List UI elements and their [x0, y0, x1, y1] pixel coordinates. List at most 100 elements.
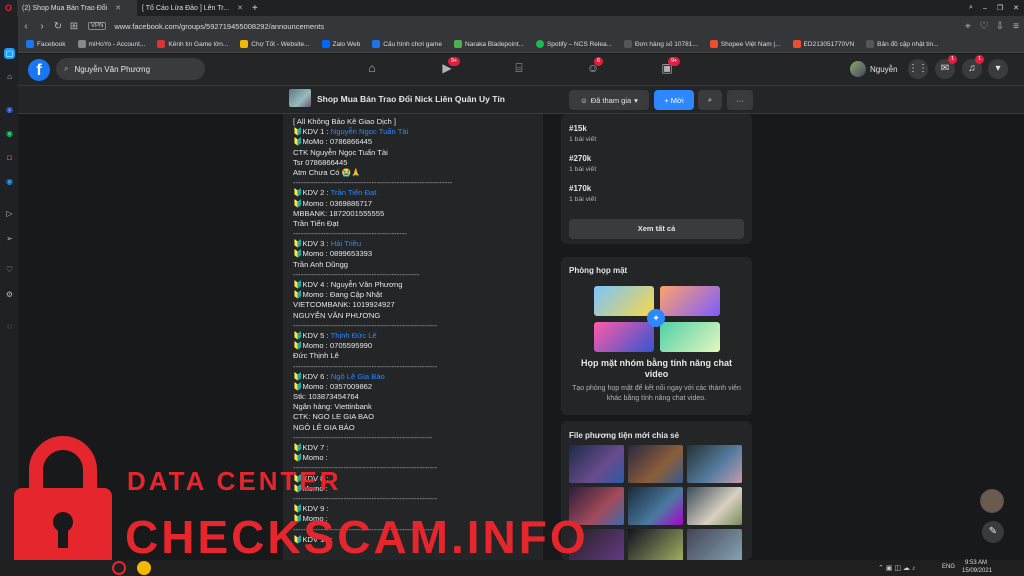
- see-all-button[interactable]: Xem tất cả: [569, 219, 744, 239]
- language-indicator[interactable]: ENG: [942, 564, 955, 570]
- twitter-icon[interactable]: ◉: [4, 176, 15, 187]
- minimize-button[interactable]: –: [978, 0, 992, 16]
- settings-icon[interactable]: ≡: [1008, 21, 1024, 32]
- tab-label: [ Tố Cáo Lừa Đảo ] Lên Tr...: [142, 4, 230, 12]
- notifications-icon[interactable]: ♫ 1: [962, 55, 985, 79]
- post-line-text: 🔰KDV 7 :: [293, 443, 329, 452]
- bookmark[interactable]: miHoYo - Account...: [77, 40, 145, 48]
- home-icon[interactable]: ⌂: [4, 71, 15, 82]
- marketplace-icon[interactable]: ⌸: [510, 61, 528, 79]
- tray-icons[interactable]: ⌃ ▣ ◫ ☁ ♪: [878, 564, 915, 572]
- media-thumbnail[interactable]: [687, 487, 742, 525]
- bookmark[interactable]: Spotify – NCS Relea...: [535, 40, 612, 48]
- post-line: VIETCOMBANK: 1019924927: [293, 300, 452, 310]
- maximize-button[interactable]: ❐: [992, 0, 1008, 16]
- media-thumbnail[interactable]: [569, 487, 624, 525]
- invite-button[interactable]: + Mời: [654, 90, 694, 110]
- close-icon[interactable]: ✕: [237, 4, 243, 12]
- profile-link[interactable]: Trần Tiến Đạt: [331, 188, 377, 197]
- bookmark[interactable]: Naraka Bladepoint...: [454, 40, 524, 48]
- group-name[interactable]: Shop Mua Bán Trao Đổi Nick Liên Quân Uy …: [317, 94, 505, 104]
- workspace-icon[interactable]: ▢: [4, 48, 15, 59]
- topic-item[interactable]: #270k 1 bài viết: [569, 154, 596, 173]
- vpn-badge[interactable]: VPN: [88, 22, 107, 30]
- download-icon[interactable]: ⇩: [992, 21, 1008, 32]
- menu-grid-icon[interactable]: ⋮⋮: [908, 59, 928, 79]
- app-taskbar-icon[interactable]: [137, 561, 151, 575]
- forward-icon[interactable]: ›: [34, 21, 50, 32]
- bookmark[interactable]: ED213051770VN: [792, 40, 854, 48]
- media-thumbnail[interactable]: [628, 487, 683, 525]
- watch-icon[interactable]: ▶ 9+: [438, 57, 461, 79]
- bookmark[interactable]: Bản đồ cập nhật tin...: [866, 40, 939, 48]
- grid-icon[interactable]: ⊞: [66, 21, 82, 32]
- new-message-button[interactable]: ✎: [982, 521, 1004, 543]
- joined-button[interactable]: ☺ Đã tham gia ▾: [569, 90, 649, 110]
- close-icon[interactable]: ✕: [115, 4, 121, 12]
- tab-shop-group[interactable]: (2) Shop Mua Bán Trao Đổi ✕: [17, 0, 138, 16]
- close-window-button[interactable]: ✕: [1008, 0, 1024, 16]
- bookmark[interactable]: Zalo Web: [321, 40, 360, 48]
- bookmark[interactable]: Kênh tin Game lớn...: [157, 40, 228, 48]
- more-button[interactable]: ···: [727, 90, 753, 110]
- gaming-icon[interactable]: ▣ 9+: [658, 57, 681, 79]
- bookmark[interactable]: Facebook: [26, 40, 66, 48]
- post-line: 🔰KDV 9 :: [293, 504, 452, 514]
- media-thumbnail[interactable]: [569, 529, 624, 560]
- tab-to-cao[interactable]: [ Tố Cáo Lừa Đảo ] Lên Tr... ✕: [137, 0, 247, 16]
- media-thumbnail[interactable]: [569, 445, 624, 483]
- profile-link[interactable]: Thịnh Đức Lê: [331, 331, 377, 340]
- bookmark[interactable]: Đơn hàng số 10781...: [623, 40, 698, 48]
- notification-badge: 1: [948, 55, 958, 64]
- account-chevron-icon[interactable]: ▾: [988, 59, 1008, 79]
- bookmark[interactable]: Cấu hình chơi game: [372, 40, 442, 48]
- heart-icon[interactable]: ♡: [976, 21, 992, 32]
- home-icon[interactable]: ⌂: [363, 61, 381, 79]
- bulb-icon[interactable]: ◌: [4, 321, 15, 332]
- profile-link[interactable]: Ngô Lê Gia Bảo: [331, 372, 385, 381]
- back-icon[interactable]: ‹: [18, 21, 34, 32]
- instagram-icon[interactable]: ◘: [4, 152, 15, 163]
- post-line-text: 🔰KDV 1 :: [293, 127, 331, 137]
- messenger-icon[interactable]: ✉ 1: [935, 55, 958, 79]
- send-icon[interactable]: ➢: [4, 233, 15, 244]
- opera-taskbar-icon[interactable]: [112, 561, 126, 575]
- profile-link[interactable]: Nguyễn Ngọc Tuấn Tài: [331, 127, 409, 136]
- post-line-text: ----------------------------------------…: [293, 320, 438, 330]
- player-icon[interactable]: ▷: [4, 208, 15, 219]
- reload-icon[interactable]: ↻: [50, 21, 66, 32]
- contact-avatar[interactable]: [980, 489, 1004, 513]
- search-button[interactable]: ⌕: [698, 90, 722, 110]
- messenger-icon[interactable]: ◉: [4, 104, 15, 115]
- clock-time[interactable]: 9:53 AM: [965, 560, 987, 566]
- group-cover-thumbnail[interactable]: [289, 89, 311, 107]
- bookmark-icon: [709, 40, 718, 48]
- post-line-text: 🔰Momo : 0705595990: [293, 341, 373, 351]
- camera-icon[interactable]: ⌖: [960, 21, 976, 32]
- bookmark[interactable]: Chợ Tốt - Website...: [240, 40, 310, 48]
- media-thumbnail[interactable]: [687, 529, 742, 560]
- media-thumbnail[interactable]: [687, 445, 742, 483]
- clock-date[interactable]: 15/09/2021: [962, 568, 992, 574]
- search-icon: ⌕: [64, 64, 69, 73]
- search-tabs-icon[interactable]: ⌕: [964, 0, 978, 16]
- search-input[interactable]: ⌕ Nguyễn Văn Phương: [56, 58, 205, 80]
- groups-icon[interactable]: ☺ 6: [584, 57, 604, 79]
- bookmark[interactable]: Shopee Việt Nam |...: [709, 40, 781, 48]
- profile-link[interactable]: Hải Triều: [331, 239, 361, 248]
- media-thumbnail[interactable]: [628, 445, 683, 483]
- profile-button[interactable]: Nguyễn: [850, 61, 898, 77]
- settings-icon[interactable]: ⚙: [4, 289, 15, 300]
- whatsapp-icon[interactable]: ◉: [4, 128, 15, 139]
- facebook-logo-icon[interactable]: f: [28, 59, 50, 81]
- topic-item[interactable]: #15k 1 bài viết: [569, 124, 596, 143]
- url-field[interactable]: www.facebook.com/groups/592719455008292/…: [114, 22, 324, 31]
- media-thumbnail[interactable]: [628, 529, 683, 560]
- new-tab-button[interactable]: +: [247, 0, 263, 16]
- post-line-text: 🔰KDV 3 :: [293, 239, 331, 249]
- post-line-text: 🔰KDV 2 :: [293, 188, 331, 198]
- opera-menu-icon[interactable]: O: [0, 0, 17, 16]
- heart-icon[interactable]: ♡: [4, 264, 15, 275]
- post-line: NGÔ LÊ GIA BẢO: [293, 423, 452, 433]
- topic-item[interactable]: #170k 1 bài viết: [569, 184, 596, 203]
